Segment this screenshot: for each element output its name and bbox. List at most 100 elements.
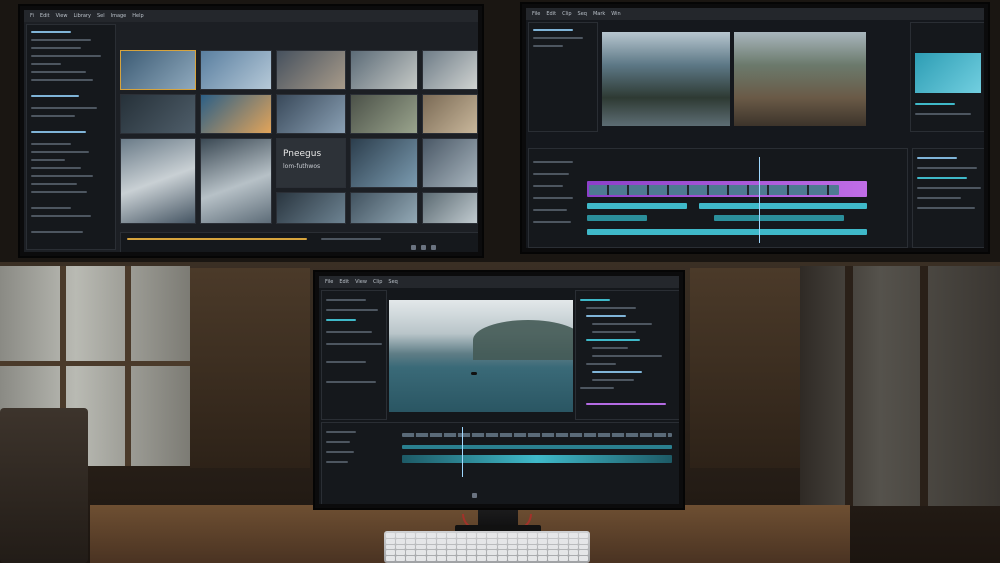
menu-item[interactable]: File	[532, 11, 540, 17]
menu-item[interactable]: Seq	[578, 11, 587, 17]
wooden-shelf	[190, 268, 310, 468]
menu-item[interactable]: Image	[111, 13, 127, 19]
keyboard-key	[477, 556, 487, 561]
thumbnail[interactable]	[350, 94, 418, 134]
keyboard-key	[477, 550, 487, 556]
thumbnail[interactable]	[276, 94, 346, 134]
thumbnail[interactable]	[200, 50, 272, 90]
keyboard-key	[578, 533, 588, 538]
play-icon[interactable]	[411, 245, 416, 250]
keyboard-key	[548, 533, 558, 538]
audio-track[interactable]	[587, 229, 867, 235]
settings-icon[interactable]	[431, 245, 436, 250]
video-track[interactable]	[402, 433, 672, 437]
menu-item[interactable]: Library	[73, 13, 90, 19]
menu-item[interactable]: View	[355, 279, 367, 285]
audio-track[interactable]	[587, 215, 647, 221]
photo-library-app: Fi Edit View Library Sel Image Help Pnee…	[24, 10, 478, 252]
keyboard-key	[416, 538, 426, 544]
keyboard-key	[497, 556, 507, 561]
folder-icon[interactable]	[421, 245, 426, 250]
keyboard-key	[538, 533, 548, 538]
thumbnail[interactable]	[350, 138, 418, 188]
thumbnail[interactable]	[422, 192, 478, 224]
keyboard-key	[528, 544, 538, 550]
playhead[interactable]	[759, 157, 760, 243]
keyboard-key	[446, 556, 457, 561]
audio-track[interactable]	[699, 203, 867, 209]
keyboard-key	[386, 550, 396, 556]
keyboard-key	[538, 538, 548, 544]
desk-equipment	[0, 408, 88, 563]
thumbnail[interactable]	[350, 50, 418, 90]
thumbnail[interactable]	[350, 192, 418, 224]
keyboard-key	[558, 544, 568, 550]
keyboard-key	[487, 556, 497, 561]
keyboard-key	[457, 538, 467, 544]
menu-item[interactable]: Mark	[593, 11, 605, 17]
thumbnail[interactable]	[422, 50, 478, 90]
keyboard-key	[568, 550, 578, 556]
keyboard-key	[548, 544, 558, 550]
playhead[interactable]	[462, 427, 463, 477]
menu-item[interactable]: File	[325, 279, 333, 285]
forest-frame-right	[734, 32, 866, 126]
thumbnail-text-card[interactable]: Pneegus lom-futhwos	[276, 138, 346, 188]
keyboard-key	[457, 544, 467, 550]
monitor-top-left: Fi Edit View Library Sel Image Help Pnee…	[18, 4, 484, 258]
keyboard-key	[406, 556, 416, 561]
audio-track[interactable]	[402, 455, 672, 463]
thumbnail[interactable]	[276, 192, 346, 224]
monitor-top-right: File Edit Clip Seq Mark Win	[520, 2, 990, 254]
program-monitor	[602, 32, 866, 126]
keyboard-key	[467, 544, 477, 550]
video-track[interactable]	[589, 185, 839, 195]
menu-item[interactable]: View	[56, 13, 68, 19]
menu-item[interactable]: Edit	[339, 279, 349, 285]
thumbnail[interactable]	[200, 94, 272, 134]
thumbnail[interactable]	[276, 50, 346, 90]
source-panel	[528, 22, 598, 132]
thumbnail[interactable]	[120, 50, 196, 90]
properties-panel	[912, 148, 984, 248]
menu-item[interactable]: Help	[132, 13, 143, 19]
keyboard-key	[396, 556, 406, 561]
keyboard-key	[406, 550, 416, 556]
audio-track[interactable]	[587, 203, 687, 209]
menu-item[interactable]: Clip	[562, 11, 571, 17]
menu-item[interactable]: Seq	[388, 279, 397, 285]
keyboard-key	[477, 538, 487, 544]
keyboard-key	[477, 544, 487, 550]
keyboard-key	[558, 533, 568, 538]
menu-item[interactable]: Clip	[373, 279, 382, 285]
video-preview[interactable]	[389, 300, 573, 412]
menu-item[interactable]: Edit	[546, 11, 556, 17]
keyboard-key	[538, 550, 548, 556]
keyboard-key	[386, 533, 396, 538]
misty-hill	[473, 320, 573, 360]
keyboard	[384, 531, 590, 563]
timeline-icon[interactable]	[472, 493, 477, 498]
thumbnail[interactable]	[422, 138, 478, 188]
audio-track[interactable]	[402, 445, 672, 449]
keyboard-key	[487, 538, 497, 544]
keyboard-key	[538, 544, 548, 550]
keyboard-key	[548, 538, 558, 544]
keyboard-key	[446, 533, 457, 538]
thumbnail[interactable]	[200, 138, 272, 224]
keyboard-key	[507, 556, 517, 561]
keyboard-key	[517, 544, 528, 550]
keyboard-key	[457, 556, 467, 561]
thumbnail[interactable]	[422, 94, 478, 134]
keyboard-key	[457, 533, 467, 538]
thumbnail[interactable]	[120, 94, 196, 134]
audio-track[interactable]	[714, 215, 844, 221]
thumbnail[interactable]	[120, 138, 196, 224]
menu-item[interactable]: Edit	[40, 13, 50, 19]
menu-item[interactable]: Sel	[97, 13, 105, 19]
menu-item[interactable]: Win	[611, 11, 620, 17]
keyboard-key	[426, 533, 436, 538]
keyboard-key	[558, 556, 568, 561]
menu-item[interactable]: Fi	[30, 13, 34, 19]
keyboard-key	[416, 544, 426, 550]
